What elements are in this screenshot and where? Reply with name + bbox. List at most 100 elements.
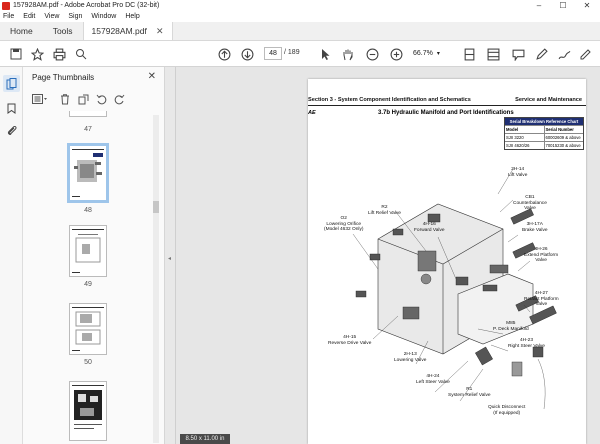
callout-4h26: 4H-26 Extend Platform Valve [524, 247, 558, 264]
callout-3h14: 3H-14 Lift Valve [508, 167, 527, 178]
menu-help[interactable]: Help [125, 13, 139, 20]
callout-r2: R2 Lift Relief Valve [368, 205, 401, 216]
page-number-input[interactable]: 48 [264, 47, 282, 60]
page-total: / 189 [284, 49, 300, 56]
hand-tool-icon[interactable] [341, 46, 355, 62]
pdf-page: Section 3 - System Component Identificat… [308, 79, 586, 444]
menu-view[interactable]: View [44, 13, 59, 20]
callout-label: Reverse Drive Valve [328, 340, 372, 346]
thumbnail-label: 49 [84, 281, 92, 288]
acrobat-logo-icon [2, 1, 10, 10]
callout-4h16: 4H-16 Forward Valve [414, 222, 445, 233]
callout-label: Brake Valve [522, 227, 548, 233]
tab-bar: Home Tools 157928AM.pdf ✕ [0, 22, 600, 41]
menu-edit[interactable]: Edit [23, 13, 35, 20]
callout-label: P. Deck Manifold [493, 326, 529, 332]
callout-quick-disconnect: Quick Disconnect (If equipped) [488, 405, 525, 416]
callout-label: Lowering Valve [394, 357, 427, 363]
thumbnail-page-49[interactable] [69, 225, 107, 277]
menu-bar: File Edit View Sign Window Help [0, 11, 600, 22]
save-icon[interactable] [8, 46, 24, 62]
print-icon[interactable] [51, 46, 67, 62]
close-panel-icon[interactable]: ✕ [148, 71, 156, 82]
bookmark-star-icon[interactable] [29, 46, 45, 62]
chevron-down-icon: ▾ [436, 51, 440, 57]
menu-window[interactable]: Window [91, 13, 116, 20]
comment-icon[interactable] [510, 46, 526, 62]
thumbnails-panel: Page Thumbnails ✕ 47 48 49 50 [23, 67, 165, 444]
next-page-icon[interactable] [239, 46, 255, 62]
close-window-icon[interactable]: ✕ [575, 0, 599, 11]
zoom-select[interactable]: 66.7% ▾ [413, 47, 447, 60]
callout-label: (If equipped) [493, 410, 521, 416]
menu-sign[interactable]: Sign [68, 13, 82, 20]
zoom-in-icon[interactable] [388, 46, 404, 62]
callout-label: Right Steer Valve [508, 343, 545, 349]
callout-4h27: 4H-27 Retract Platform Valve [524, 291, 559, 308]
callout-label: Quick Disconnect [488, 405, 526, 410]
extract-page-icon[interactable] [77, 93, 89, 105]
title-bar: 157928AM.pdf - Adobe Acrobat Pro DC (32-… [0, 0, 600, 11]
callout-2h13: 2H-13 Lowering Valve [394, 352, 426, 363]
select-cursor-icon[interactable] [319, 46, 333, 62]
window-title: 157928AM.pdf - Adobe Acrobat Pro DC (32-… [13, 2, 160, 9]
collapse-panel-icon[interactable]: ◂ [168, 255, 171, 262]
sign-icon[interactable] [579, 46, 593, 62]
callout-label: Valve [535, 302, 548, 308]
callout-o2: O2 Lowering Orifice (Model 4632 Only) [324, 216, 363, 233]
draw-icon[interactable] [556, 46, 572, 62]
scroll-mode-icon[interactable] [485, 46, 501, 62]
callout-label: Left Steer Valve [416, 379, 450, 385]
callout-cb1: CB1 Counterbalance Valve [513, 195, 547, 212]
search-icon[interactable] [73, 46, 89, 62]
panel-splitter[interactable]: ◂ [165, 67, 176, 444]
tab-document-label: 157928AM.pdf [91, 26, 147, 36]
callout-label: Valve [524, 206, 536, 212]
thumbnail-list: 47 48 49 50 [23, 111, 153, 444]
toolbar: 48 / 189 66.7% ▾ [0, 41, 600, 67]
scrollbar-thumb[interactable] [153, 201, 159, 213]
callout-label: (Model 4632 Only) [324, 227, 364, 233]
left-nav-rail [0, 67, 23, 444]
thumbnail-page-47[interactable] [69, 111, 107, 117]
callout-label: Lift Relief Valve [368, 210, 401, 216]
callout-label: System Relief Valve [448, 392, 491, 398]
bookmarks-icon[interactable] [6, 103, 17, 114]
previous-page-icon[interactable] [216, 46, 232, 62]
rotate-right-icon[interactable] [113, 93, 125, 105]
page-thumbnails-icon[interactable] [3, 75, 20, 92]
callout-3h17a: 3H-17A Brake Valve [522, 222, 548, 233]
callout-4h23: 4H-23 Right Steer Valve [508, 338, 545, 349]
menu-file[interactable]: File [3, 13, 14, 20]
thumbnail-scrollbar[interactable] [153, 115, 159, 443]
callout-label: Valve [535, 258, 547, 264]
callout-4h15: 4H-15 Reverse Drive Valve [328, 335, 371, 346]
zoom-value: 66.7% [413, 50, 433, 57]
thumbnail-label: 47 [84, 126, 92, 133]
tab-home[interactable]: Home [0, 22, 43, 40]
callout-4h24: 4H-24 Left Steer Valve [416, 374, 450, 385]
minimize-icon[interactable]: – [527, 0, 551, 11]
close-tab-icon[interactable]: ✕ [156, 26, 164, 37]
page-count: 189 [287, 49, 300, 56]
delete-page-icon[interactable] [59, 93, 71, 105]
rotate-left-icon[interactable] [95, 93, 107, 105]
thumbnail-page-48[interactable] [67, 143, 109, 203]
fit-page-icon[interactable] [461, 46, 477, 62]
thumbnail-page-50[interactable] [69, 303, 107, 355]
panel-toolbar [31, 93, 125, 105]
attachments-icon[interactable] [6, 125, 17, 136]
zoom-out-icon[interactable] [364, 46, 380, 62]
page-size-indicator: 8.50 x 11.00 in [180, 434, 230, 444]
callout-label: Lift Valve [508, 172, 528, 178]
callout-r1: R1 System Relief Valve [448, 387, 491, 398]
options-menu-icon[interactable] [31, 93, 49, 105]
thumbnail-page-51[interactable] [69, 381, 107, 441]
document-viewer[interactable]: Section 3 - System Component Identificat… [176, 67, 600, 444]
highlight-pen-icon[interactable] [533, 46, 549, 62]
maximize-icon[interactable]: ☐ [551, 0, 575, 11]
tab-document[interactable]: 157928AM.pdf ✕ [82, 22, 173, 40]
callout-m85: M85 P. Deck Manifold [493, 321, 529, 332]
tab-tools[interactable]: Tools [43, 22, 83, 40]
panel-title: Page Thumbnails [32, 73, 95, 82]
